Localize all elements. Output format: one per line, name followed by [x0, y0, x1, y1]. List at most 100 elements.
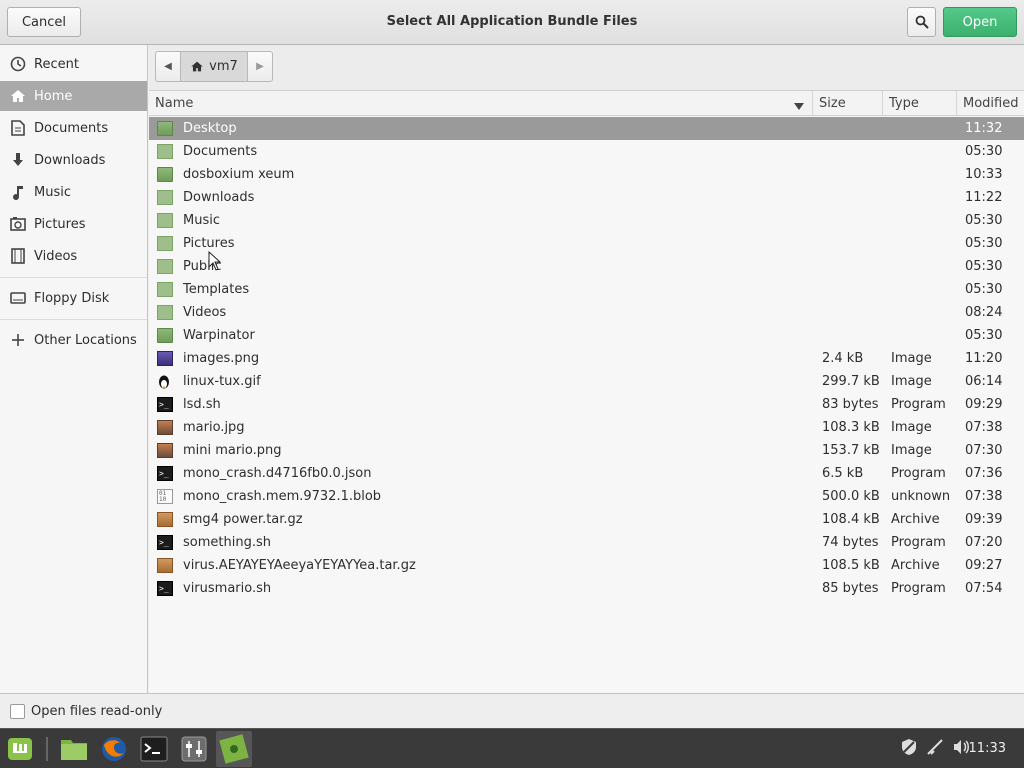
- file-row[interactable]: 01 10 mono_crash.mem.9732.1.blob 500.0 kB u…: [149, 485, 1024, 508]
- file-row[interactable]: virus.AEYAYEYAeeyaYEYAYYea.tar.gz 108.5 k…: [149, 554, 1024, 577]
- file-name: something.sh: [183, 535, 271, 550]
- column-size-label: Size: [819, 96, 846, 111]
- document-icon: [9, 119, 27, 137]
- file-type: [891, 278, 961, 301]
- sidebar-divider: [0, 319, 147, 320]
- sidebar-item-downloads[interactable]: Downloads: [0, 145, 147, 175]
- sidebar-item-videos[interactable]: Videos: [0, 241, 147, 271]
- column-modified[interactable]: Modified: [957, 91, 1024, 116]
- folder-public-icon: [157, 259, 173, 274]
- film-icon: [9, 247, 27, 265]
- file-size: [822, 186, 884, 209]
- binary-icon: 01 10: [157, 489, 173, 504]
- file-row[interactable]: Downloads 11:22: [149, 186, 1024, 209]
- terminal-launcher[interactable]: [138, 733, 170, 765]
- file-modified: 09:27: [965, 558, 1003, 573]
- file-size: 500.0 kB: [822, 489, 880, 504]
- shield-icon[interactable]: [900, 738, 918, 760]
- file-row[interactable]: images.png 2.4 kB Image 11:20: [149, 347, 1024, 370]
- file-row[interactable]: Warpinator 05:30: [149, 324, 1024, 347]
- file-size: [822, 278, 884, 301]
- file-row[interactable]: Templates 05:30: [149, 278, 1024, 301]
- home-icon: [191, 61, 203, 72]
- file-type: [891, 140, 961, 163]
- sidebar-item-label: Downloads: [34, 152, 106, 168]
- file-row[interactable]: mini mario.png 153.7 kB Image 07:30: [149, 439, 1024, 462]
- file-name: Documents: [183, 144, 258, 159]
- drive-icon: [9, 289, 27, 307]
- folder-templates-icon: [157, 282, 173, 297]
- file-size: 85 bytes: [822, 581, 879, 596]
- file-name: virus.AEYAYEYAeeyaYEYAYYea.tar.gz: [183, 558, 416, 573]
- sidebar-item-music[interactable]: Music: [0, 177, 147, 207]
- file-size: 6.5 kB: [822, 466, 864, 481]
- file-row[interactable]: Public 05:30: [149, 255, 1024, 278]
- file-row[interactable]: >_ something.sh 74 bytes Program 07:20: [149, 531, 1024, 554]
- column-type[interactable]: Type: [883, 91, 957, 116]
- settings-icon: [181, 736, 207, 762]
- sidebar-item-documents[interactable]: Documents: [0, 113, 147, 143]
- file-row[interactable]: mario.jpg 108.3 kB Image 07:38: [149, 416, 1024, 439]
- file-row[interactable]: smg4 power.tar.gz 108.4 kB Archive 09:39: [149, 508, 1024, 531]
- file-size: [822, 255, 884, 278]
- file-row[interactable]: >_ lsd.sh 83 bytes Program 09:29: [149, 393, 1024, 416]
- sidebar-item-other-locations[interactable]: Other Locations: [0, 325, 147, 355]
- file-modified: 05:30: [965, 328, 1003, 343]
- terminal-icon: >_: [157, 581, 173, 596]
- file-row[interactable]: Videos 08:24: [149, 301, 1024, 324]
- sidebar-item-pictures[interactable]: Pictures: [0, 209, 147, 239]
- terminal-icon: [140, 736, 168, 762]
- file-row[interactable]: Pictures 05:30: [149, 232, 1024, 255]
- file-row[interactable]: dosboxium xeum 10:33: [149, 163, 1024, 186]
- settings-launcher[interactable]: [178, 733, 210, 765]
- mouse-cursor-icon: [208, 251, 222, 271]
- network-icon[interactable]: [926, 738, 944, 760]
- sidebar-item-label: Pictures: [34, 216, 86, 232]
- open-button[interactable]: Open: [943, 7, 1017, 37]
- sidebar-item-label: Other Locations: [34, 332, 137, 348]
- taskbar-clock[interactable]: 11:33: [969, 741, 1006, 756]
- sidebar-item-floppy-disk[interactable]: Floppy Disk: [0, 283, 147, 313]
- file-row[interactable]: linux-tux.gif 299.7 kB Image 06:14: [149, 370, 1024, 393]
- file-size: [822, 209, 884, 232]
- file-name: lsd.sh: [183, 397, 221, 412]
- file-type: Program: [891, 535, 946, 550]
- path-button-group: ◀ vm7 ▶: [155, 51, 273, 82]
- folder-desktop-icon: [157, 121, 173, 136]
- mint-menu-button[interactable]: [4, 733, 36, 765]
- path-forward-button[interactable]: ▶: [248, 52, 272, 81]
- terminal-icon: >_: [157, 535, 173, 550]
- file-row[interactable]: >_ virusmario.sh 85 bytes Program 07:54: [149, 577, 1024, 600]
- dialog-footer: Open files read-only: [0, 693, 1024, 728]
- file-modified: 07:38: [965, 420, 1003, 435]
- column-name[interactable]: Name: [149, 91, 813, 116]
- file-row[interactable]: Music 05:30: [149, 209, 1024, 232]
- search-button[interactable]: [907, 7, 936, 37]
- plus-icon: [9, 331, 27, 349]
- file-type: Image: [891, 420, 932, 435]
- active-app-button[interactable]: [216, 731, 252, 767]
- cancel-button[interactable]: Cancel: [7, 7, 81, 37]
- file-size: 299.7 kB: [822, 374, 880, 389]
- path-back-button[interactable]: ◀: [156, 52, 180, 81]
- sidebar-item-home[interactable]: Home: [0, 81, 147, 111]
- file-row[interactable]: >_ mono_crash.d4716fb0.0.json 6.5 kB Progra…: [149, 462, 1024, 485]
- file-type: [891, 232, 961, 255]
- chevron-left-icon: ◀: [164, 61, 172, 72]
- file-row[interactable]: Desktop 11:32: [149, 117, 1024, 140]
- column-size[interactable]: Size: [813, 91, 883, 116]
- path-home-button[interactable]: vm7: [180, 52, 248, 81]
- file-name: mono_crash.mem.9732.1.blob: [183, 489, 382, 504]
- volume-icon[interactable]: [952, 738, 970, 760]
- places-sidebar: Recent Home Documents Downloads Music Pi…: [0, 45, 148, 693]
- sidebar-item-recent[interactable]: Recent: [0, 49, 147, 79]
- file-name: Downloads: [183, 190, 255, 205]
- readonly-checkbox[interactable]: [10, 703, 25, 719]
- file-name: Music: [183, 213, 220, 228]
- sidebar-item-label: Recent: [34, 56, 79, 72]
- files-launcher[interactable]: [58, 733, 90, 765]
- file-type: Program: [891, 466, 946, 481]
- firefox-launcher[interactable]: [98, 733, 130, 765]
- file-name: smg4 power.tar.gz: [183, 512, 303, 527]
- file-row[interactable]: Documents 05:30: [149, 140, 1024, 163]
